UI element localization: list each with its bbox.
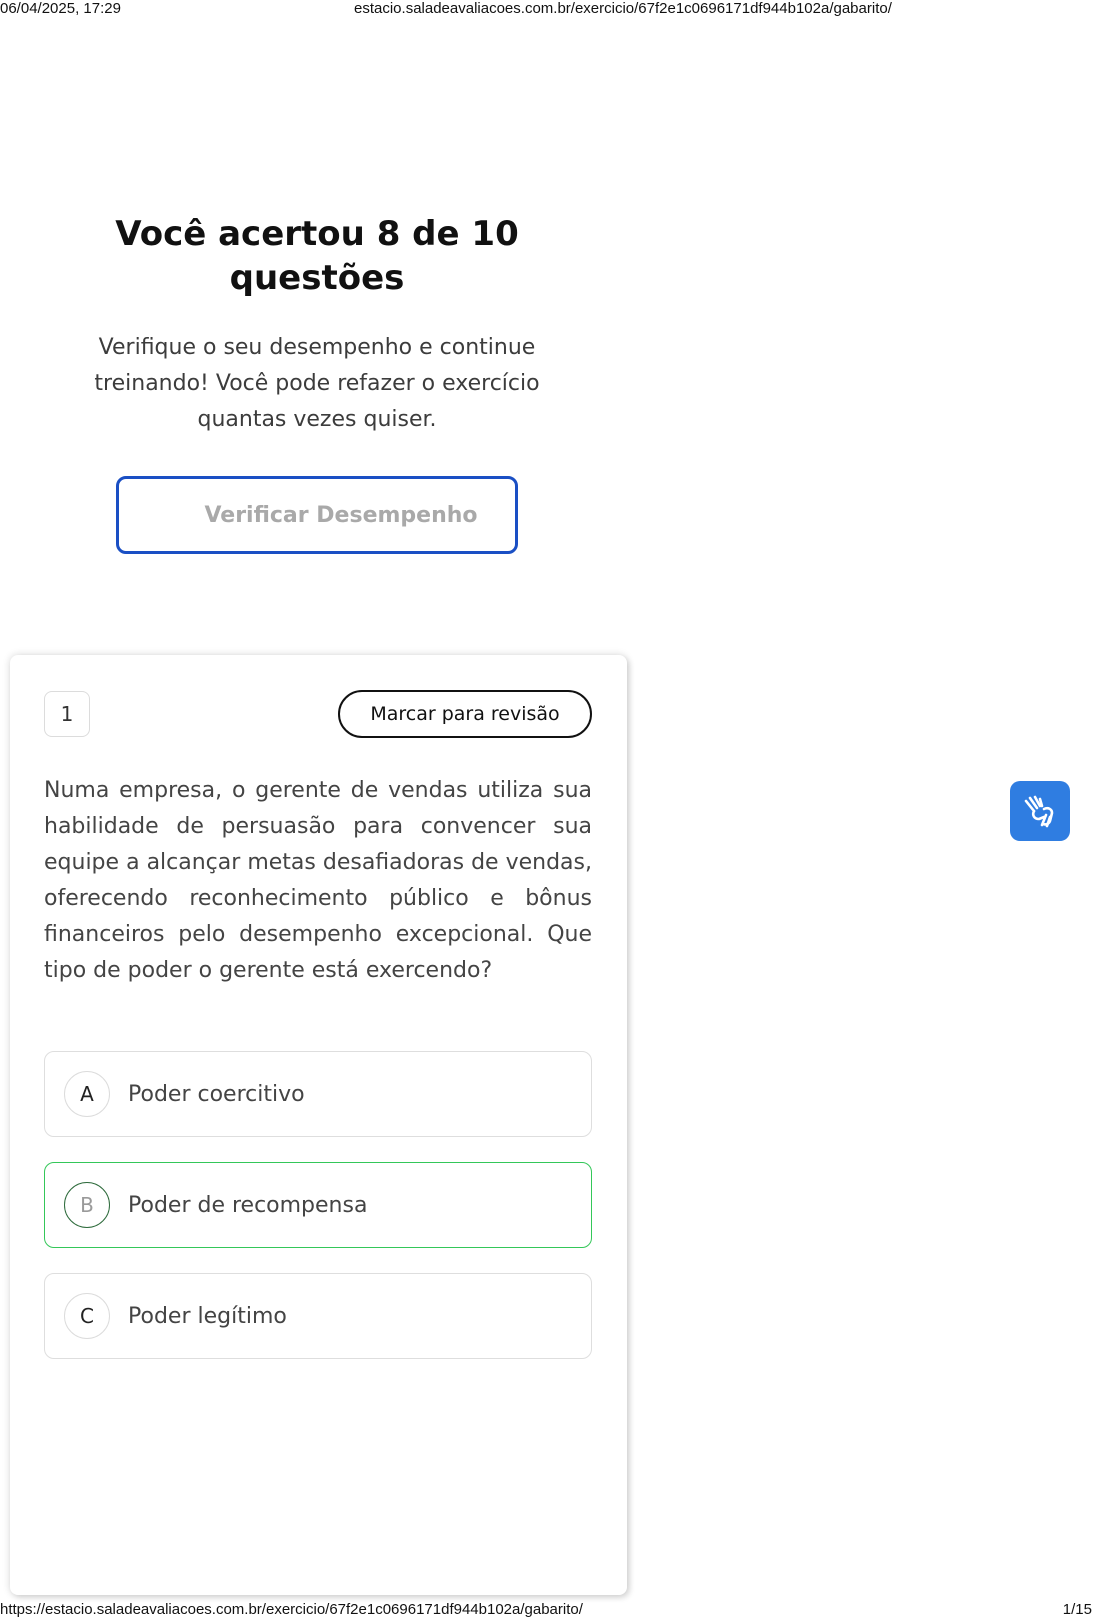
result-summary: Você acertou 8 de 10 questões Verifique … — [60, 212, 574, 438]
option-a[interactable]: A Poder coercitivo — [44, 1051, 592, 1137]
question-number: 1 — [44, 691, 90, 737]
result-title: Você acertou 8 de 10 questões — [115, 214, 519, 298]
question-card: 1 Marcar para revisão Numa empresa, o ge… — [10, 655, 627, 1595]
option-letter: A — [64, 1071, 110, 1117]
accessibility-button[interactable] — [1010, 781, 1070, 841]
option-label: Poder de recompensa — [128, 1192, 368, 1218]
option-b[interactable]: B Poder de recompensa — [44, 1162, 592, 1248]
verify-performance-button[interactable]: Verificar Desempenho — [116, 476, 518, 554]
sign-language-icon — [1024, 795, 1054, 828]
option-letter: C — [64, 1293, 110, 1339]
option-letter: B — [64, 1182, 110, 1228]
option-c[interactable]: C Poder legítimo — [44, 1273, 592, 1359]
print-header-url: estacio.saladeavaliacoes.com.br/exercici… — [354, 0, 892, 17]
question-text: Numa empresa, o gerente de vendas utiliz… — [44, 778, 592, 983]
mark-for-review-button[interactable]: Marcar para revisão — [338, 690, 592, 738]
print-footer-url: https://estacio.saladeavaliacoes.com.br/… — [0, 1601, 583, 1618]
option-label: Poder legítimo — [128, 1303, 287, 1329]
result-subtitle: Verifique o seu desempenho e continue tr… — [94, 335, 540, 432]
option-label: Poder coercitivo — [128, 1081, 305, 1107]
print-date: 06/04/2025, 17:29 — [0, 0, 121, 17]
page-counter: 1/15 — [1062, 1601, 1092, 1618]
